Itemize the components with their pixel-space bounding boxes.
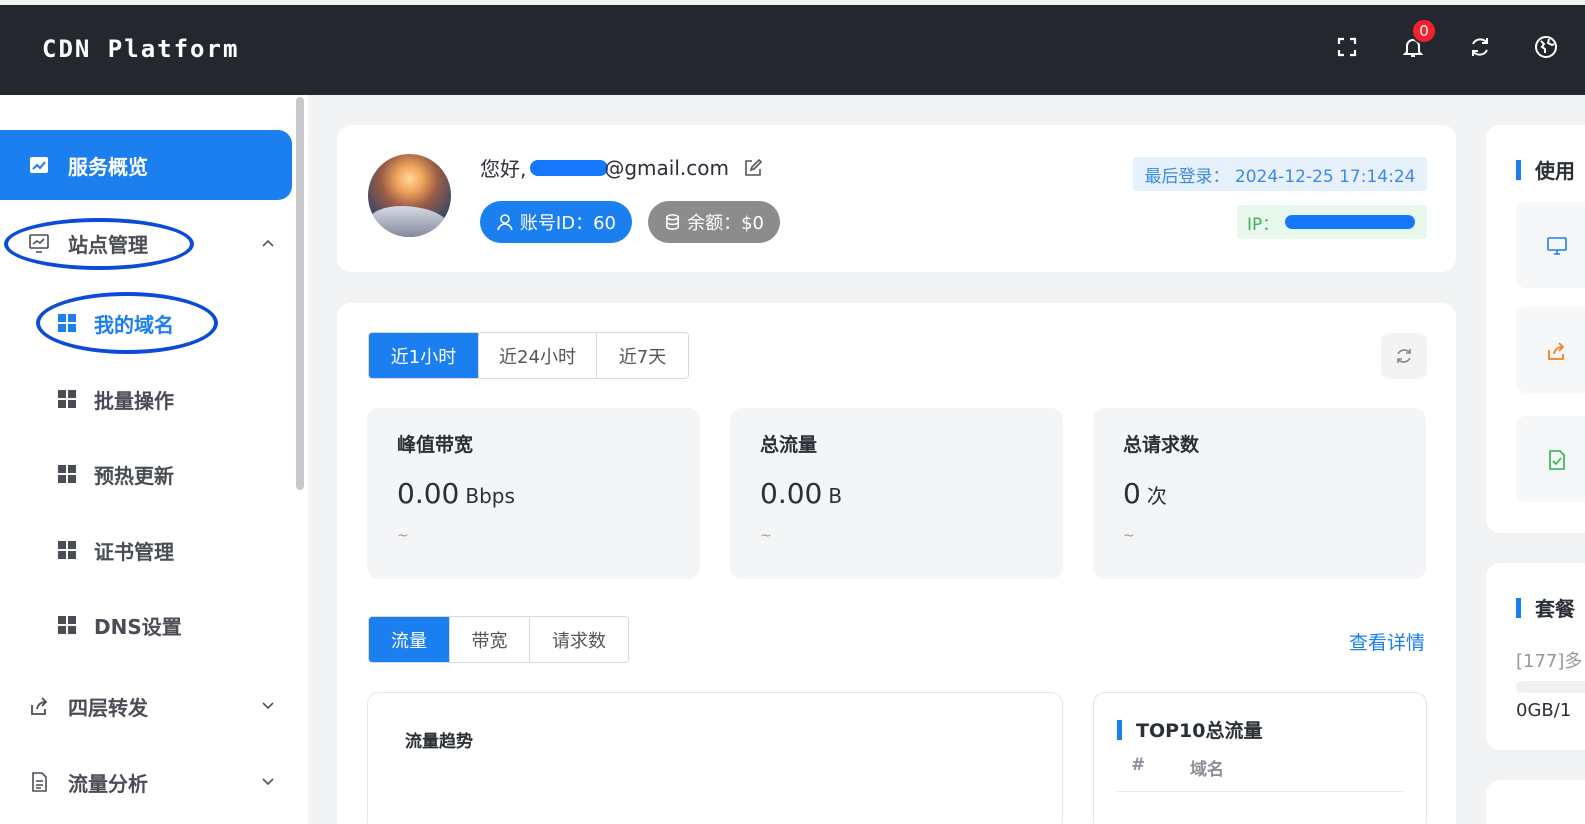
top10-col-domain: 域名 bbox=[1190, 760, 1224, 780]
avatar[interactable] bbox=[368, 154, 451, 237]
grid-icon bbox=[58, 390, 76, 408]
package-name: [177]多 bbox=[1516, 651, 1583, 672]
balance-badge: 余额：$0 bbox=[648, 201, 780, 243]
tab-requests[interactable]: 请求数 bbox=[530, 617, 628, 662]
last-login-info: 最后登录： 2024-12-25 17:14:24 bbox=[1133, 157, 1427, 191]
sidebar-subitem-label: 批量操作 bbox=[94, 388, 174, 413]
sidebar-item-overview[interactable]: 服务概览 bbox=[0, 130, 292, 200]
notification-badge: 0 bbox=[1411, 18, 1437, 44]
tab-7-days[interactable]: 近7天 bbox=[597, 333, 688, 378]
greeting: 您好, @gmail.com bbox=[480, 153, 763, 182]
sidebar-subitem-certificates[interactable]: 证书管理 bbox=[0, 520, 292, 580]
chevron-down-icon bbox=[262, 778, 274, 786]
ip-info: IP： bbox=[1237, 205, 1427, 239]
globe-icon[interactable] bbox=[1532, 33, 1560, 61]
sidebar-item-label: 流量分析 bbox=[68, 771, 148, 796]
sidebar-subitem-prefetch[interactable]: 预热更新 bbox=[0, 444, 292, 504]
grid-icon bbox=[58, 465, 76, 483]
stat-peak-bandwidth: 峰值带宽 0.00 Bbps ~ bbox=[367, 408, 700, 579]
annotation-circle bbox=[36, 292, 218, 354]
sidebar-subitem-label: 证书管理 bbox=[94, 539, 174, 564]
share-icon bbox=[28, 695, 50, 717]
table-divider bbox=[1117, 791, 1403, 792]
user-icon bbox=[497, 214, 513, 231]
usage-title: 使用 bbox=[1516, 155, 1575, 184]
chevron-down-icon bbox=[262, 702, 274, 710]
sidebar-item-label: 四层转发 bbox=[68, 695, 148, 720]
stat-total-traffic: 总流量 0.00 B ~ bbox=[730, 408, 1063, 579]
traffic-trend-panel bbox=[367, 692, 1063, 824]
tab-1-hour[interactable]: 近1小时 bbox=[369, 333, 479, 378]
tab-24-hours[interactable]: 近24小时 bbox=[479, 333, 597, 378]
extra-card bbox=[1486, 780, 1585, 824]
sidebar-item-label: 服务概览 bbox=[68, 154, 148, 179]
refresh-icon bbox=[1397, 349, 1411, 363]
top10-title: TOP10总流量 bbox=[1117, 716, 1262, 743]
sidebar-subitem-label: DNS设置 bbox=[94, 614, 182, 639]
profile-card bbox=[337, 125, 1456, 272]
refresh-button[interactable] bbox=[1381, 333, 1427, 379]
top10-col-num: # bbox=[1131, 755, 1146, 775]
file-check-icon bbox=[1549, 450, 1565, 470]
edit-icon[interactable] bbox=[743, 158, 763, 178]
view-details-link[interactable]: 查看详情 bbox=[1349, 628, 1425, 655]
stat-total-requests: 总请求数 0次 ~ bbox=[1093, 408, 1426, 579]
chart-icon bbox=[28, 154, 50, 176]
database-icon bbox=[666, 214, 680, 230]
monitor-icon bbox=[1547, 237, 1567, 255]
account-id-badge: 账号ID：60 bbox=[480, 201, 632, 243]
grid-icon bbox=[58, 616, 76, 634]
package-usage: 0GB/1 bbox=[1516, 700, 1572, 721]
redacted-text bbox=[530, 159, 609, 176]
sidebar-scrollbar[interactable] bbox=[296, 97, 304, 490]
sidebar-item-traffic-analysis[interactable]: 流量分析 bbox=[0, 747, 292, 817]
package-progress-bar bbox=[1516, 681, 1585, 693]
document-icon bbox=[28, 771, 50, 793]
sidebar-subitem-label: 预热更新 bbox=[94, 463, 174, 488]
grid-icon bbox=[58, 541, 76, 559]
tab-bandwidth[interactable]: 带宽 bbox=[450, 617, 530, 662]
fullscreen-icon[interactable] bbox=[1333, 33, 1361, 61]
sidebar-subitem-batch[interactable]: 批量操作 bbox=[0, 369, 292, 429]
metric-tabs: 流量 带宽 请求数 bbox=[368, 616, 629, 663]
annotation-circle bbox=[4, 218, 194, 270]
brand-logo[interactable]: CDN Platform bbox=[42, 35, 239, 63]
traffic-trend-title: 流量趋势 bbox=[405, 732, 473, 752]
package-title: 套餐 bbox=[1516, 593, 1575, 622]
email-text: @gmail.com bbox=[604, 155, 729, 180]
tab-traffic[interactable]: 流量 bbox=[369, 617, 450, 662]
chevron-up-icon bbox=[262, 239, 274, 247]
redacted-text bbox=[1285, 215, 1416, 229]
time-range-tabs: 近1小时 近24小时 近7天 bbox=[368, 332, 689, 379]
sidebar-item-layer4[interactable]: 四层转发 bbox=[0, 671, 292, 741]
share-icon bbox=[1548, 342, 1565, 360]
sidebar-subitem-dns[interactable]: DNS设置 bbox=[0, 595, 292, 655]
refresh-icon[interactable] bbox=[1466, 33, 1494, 61]
